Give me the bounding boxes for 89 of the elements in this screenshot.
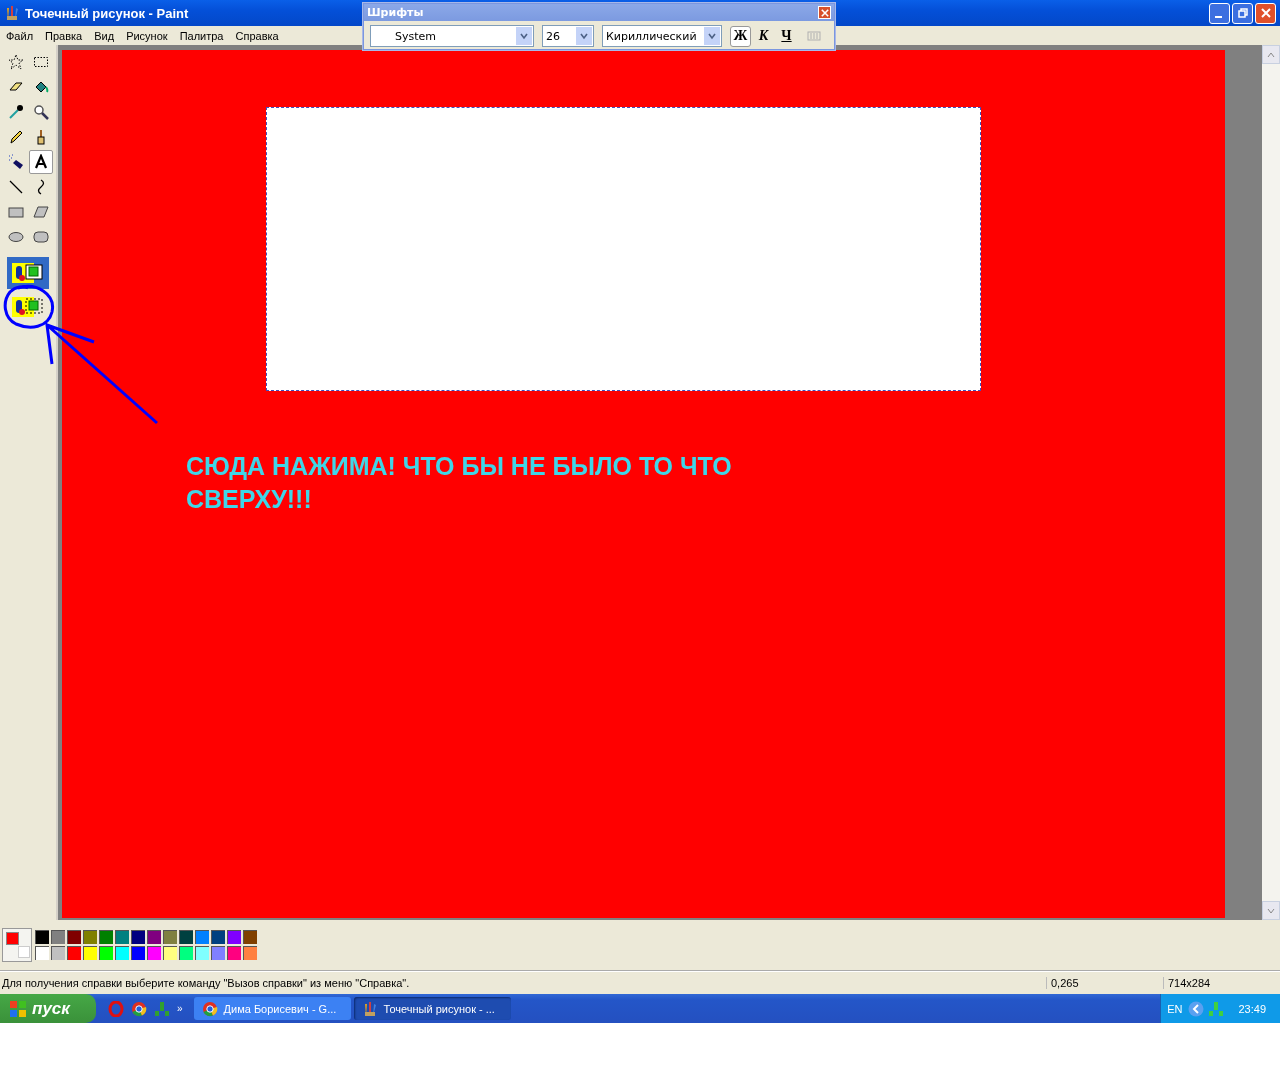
palette-swatch[interactable] bbox=[35, 930, 49, 944]
rounded-rectangle-icon bbox=[32, 229, 49, 245]
paint-brushes-icon bbox=[4, 5, 20, 21]
palette-swatch[interactable] bbox=[67, 930, 81, 944]
magnifier-icon bbox=[32, 104, 49, 120]
font-dropdown[interactable]: System bbox=[370, 25, 534, 47]
palette-swatch[interactable] bbox=[83, 930, 97, 944]
spray-can-icon bbox=[7, 154, 24, 170]
selection-size: 714x284 bbox=[1163, 977, 1280, 989]
status-help-text: Для получения справки выберите команду "Вызов справки" из меню "Справка". bbox=[1, 977, 411, 989]
taskbar-task[interactable]: Точечный рисунок - ... bbox=[353, 997, 511, 1020]
palette-swatch[interactable] bbox=[163, 930, 177, 944]
chevron-left-icon[interactable] bbox=[1188, 1000, 1205, 1017]
letter-a-icon bbox=[32, 154, 49, 170]
palette-swatch[interactable] bbox=[147, 946, 161, 960]
palette-swatch[interactable] bbox=[211, 946, 225, 960]
eyedropper-icon bbox=[7, 104, 24, 120]
palette-swatch[interactable] bbox=[179, 930, 193, 944]
palette-swatch[interactable] bbox=[179, 946, 193, 960]
palette-swatch[interactable] bbox=[227, 930, 241, 944]
close-button[interactable] bbox=[1255, 2, 1276, 24]
window-title: Точечный рисунок - Paint bbox=[25, 5, 189, 21]
palette-swatch[interactable] bbox=[211, 930, 225, 944]
browser-circle-icon[interactable] bbox=[131, 1000, 147, 1017]
background-color-swatch[interactable] bbox=[18, 946, 30, 958]
canvas-text: СЮДА НАЖИМА! ЧТО БЫ НЕ БЫЛО ТО ЧТО СВЕРХУ!!! bbox=[186, 451, 733, 515]
palette-swatch[interactable] bbox=[51, 946, 65, 960]
more-quicklaunch[interactable]: » bbox=[177, 1002, 183, 1014]
network-icon[interactable] bbox=[154, 1000, 170, 1017]
palette-swatch[interactable] bbox=[115, 946, 129, 960]
palette-swatch[interactable] bbox=[131, 946, 145, 960]
rectangle-icon bbox=[7, 204, 24, 220]
chevron-down-icon[interactable] bbox=[520, 32, 528, 40]
palette-swatch[interactable] bbox=[147, 930, 161, 944]
foreground-color-swatch[interactable] bbox=[6, 932, 19, 945]
script-dropdown[interactable]: Кириллический bbox=[602, 25, 722, 47]
parallelogram-icon bbox=[32, 204, 49, 220]
minimize-button[interactable] bbox=[1209, 2, 1230, 24]
palette-swatch[interactable] bbox=[243, 946, 257, 960]
star-outline-icon bbox=[7, 54, 24, 70]
menu-item[interactable]: Вид bbox=[88, 29, 121, 42]
palette-swatch[interactable] bbox=[51, 930, 65, 944]
palette-swatch[interactable] bbox=[195, 930, 209, 944]
shapes-icon bbox=[11, 261, 45, 285]
menu-item[interactable]: Файл bbox=[0, 29, 40, 42]
shapes-icon bbox=[11, 295, 45, 319]
palette-swatch[interactable] bbox=[195, 946, 209, 960]
format-button[interactable]: Ж bbox=[730, 25, 751, 47]
chevron-down-icon[interactable] bbox=[580, 32, 588, 40]
palette-swatch[interactable] bbox=[131, 930, 145, 944]
cursor-position: 0,265 bbox=[1046, 977, 1163, 989]
toolbar-title: Шрифты bbox=[367, 6, 424, 19]
palette-swatch[interactable] bbox=[115, 930, 129, 944]
palette-swatch[interactable] bbox=[99, 946, 113, 960]
palette-swatch[interactable] bbox=[163, 946, 177, 960]
palette-swatch[interactable] bbox=[67, 946, 81, 960]
close-button[interactable] bbox=[818, 6, 831, 19]
dashed-rectangle-icon bbox=[32, 54, 49, 70]
close-icon bbox=[1260, 8, 1271, 18]
ellipse-icon bbox=[7, 229, 24, 245]
format-button[interactable]: Ч bbox=[776, 25, 797, 47]
minimize-icon bbox=[1214, 16, 1222, 18]
vertical-scrollbar[interactable] bbox=[1262, 45, 1280, 920]
palette-swatch[interactable] bbox=[99, 930, 113, 944]
taskbar-task[interactable]: Дима Борисевич - G... bbox=[193, 997, 351, 1020]
close-icon bbox=[820, 8, 829, 17]
four-squares-icon bbox=[8, 998, 28, 1019]
line-icon bbox=[7, 179, 24, 195]
menu-item[interactable]: Рисунок bbox=[120, 29, 174, 42]
transparency-option[interactable] bbox=[7, 257, 49, 289]
palette-swatch[interactable] bbox=[83, 946, 97, 960]
chevron-down-icon[interactable] bbox=[708, 32, 716, 40]
scroll-down-icon[interactable] bbox=[1267, 906, 1275, 915]
current-colors[interactable] bbox=[2, 928, 32, 962]
restore-icon bbox=[1237, 8, 1248, 18]
menu-item[interactable]: Палитра bbox=[173, 29, 230, 42]
format-button[interactable]: К bbox=[753, 25, 774, 47]
menu-item[interactable]: Правка bbox=[39, 29, 89, 42]
pencil-icon bbox=[7, 129, 24, 145]
browser-circle-icon bbox=[201, 1000, 218, 1017]
clock: 23:49 bbox=[1238, 1002, 1266, 1015]
scroll-up-icon[interactable] bbox=[1267, 50, 1275, 59]
tool-button[interactable] bbox=[28, 150, 53, 174]
size-dropdown[interactable]: 26 bbox=[542, 25, 594, 47]
palette-swatch[interactable] bbox=[227, 946, 241, 960]
palette-swatch[interactable] bbox=[243, 930, 257, 944]
maximize-button[interactable] bbox=[1232, 2, 1253, 24]
palette-swatch[interactable] bbox=[35, 946, 49, 960]
menu-item[interactable]: Справка bbox=[229, 29, 285, 42]
